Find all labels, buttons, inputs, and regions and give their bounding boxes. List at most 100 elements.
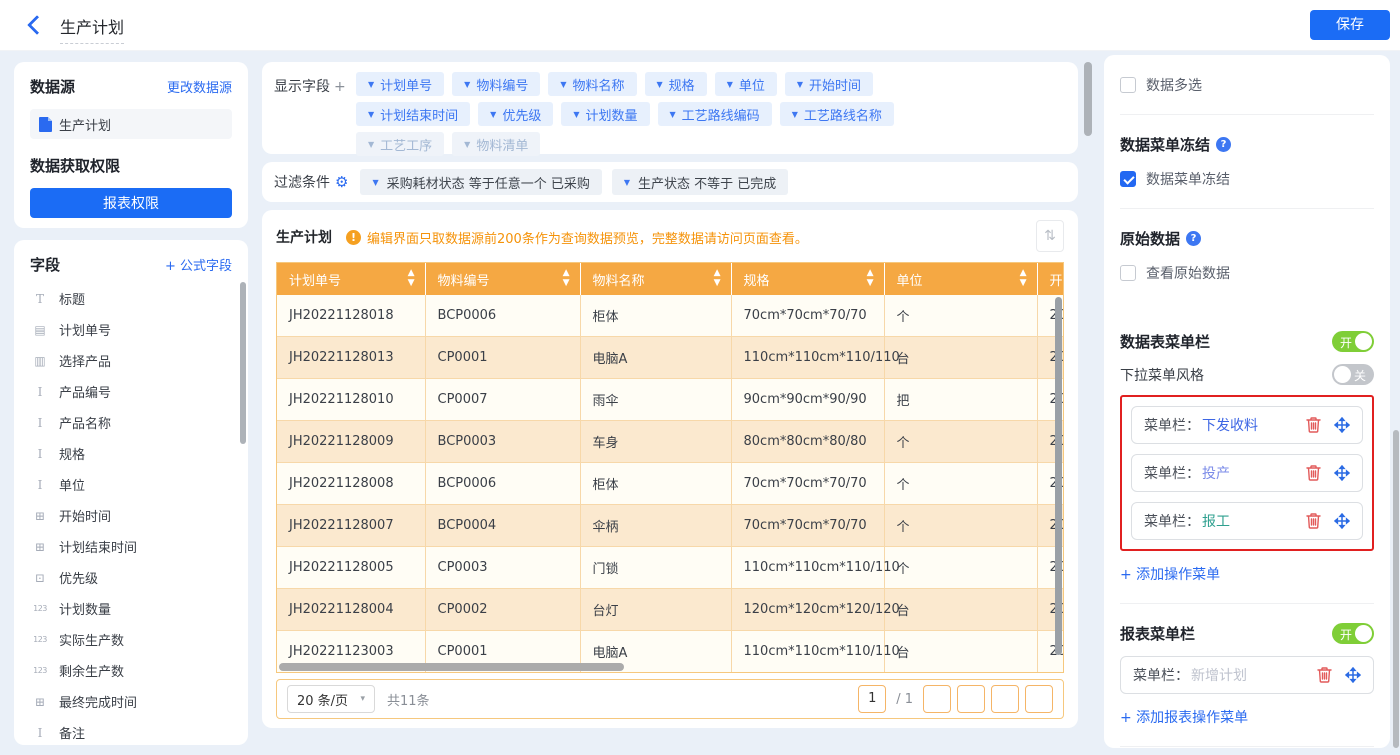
change-datasource-link[interactable]: 更改数据源 — [167, 77, 232, 96]
text-field-icon: I — [30, 416, 50, 430]
table-row: JH20221128004 CP0002 台灯 120cm*120cm*120/… — [277, 589, 1064, 631]
display-field-tag[interactable]: ▼ 规格 — [645, 72, 707, 96]
delete-icon[interactable] — [1306, 513, 1321, 529]
datasource-item[interactable]: 生产计划 — [30, 109, 232, 139]
dropdown-style-label: 下拉菜单风格 — [1120, 365, 1204, 385]
field-item[interactable]: I 规格 — [30, 438, 232, 469]
field-item[interactable]: 123 剩余生产数 — [30, 655, 232, 686]
caret-down-icon: ▼ — [368, 80, 374, 89]
column-header[interactable]: 物料名称 ▲▼ — [580, 263, 731, 295]
add-report-menu-link[interactable]: + 添加报表操作菜单 — [1120, 707, 1374, 727]
datasource-name: 生产计划 — [59, 115, 111, 134]
page-size-select[interactable]: 20 条/页 ▾ — [287, 685, 375, 713]
field-item[interactable]: T 标题 — [30, 283, 232, 314]
display-field-tag[interactable]: ▼ 开始时间 — [785, 72, 873, 96]
menu-item-name[interactable]: 新增计划 — [1191, 665, 1247, 685]
column-header[interactable]: 规格 ▲▼ — [731, 263, 884, 295]
freeze-checkbox[interactable] — [1120, 171, 1136, 187]
menu-item-name[interactable]: 报工 — [1202, 511, 1230, 531]
display-field-tag[interactable]: ▼ 工艺路线编码 — [658, 102, 772, 126]
table-title: 生产计划 — [276, 227, 332, 247]
back-icon[interactable] — [27, 15, 47, 35]
add-formula-field-link[interactable]: + 公式字段 — [165, 255, 232, 274]
menu-item: 菜单栏： 新增计划 — [1120, 656, 1374, 694]
move-icon[interactable] — [1345, 667, 1361, 683]
display-field-tag[interactable]: ▼ 计划数量 — [561, 102, 649, 126]
number-field-icon: 123 — [30, 635, 50, 644]
save-button[interactable]: 保存 — [1310, 10, 1390, 40]
display-field-tag[interactable]: ▼ 计划结束时间 — [356, 102, 470, 126]
report-menu-list: 菜单栏： 新增计划 — [1120, 656, 1374, 694]
delete-icon[interactable] — [1306, 417, 1321, 433]
field-item[interactable]: 123 实际生产数 — [30, 624, 232, 655]
field-item[interactable]: ▥ 选择产品 — [30, 345, 232, 376]
table-horizontal-scrollbar[interactable] — [279, 663, 624, 671]
report-permission-button[interactable]: 报表权限 — [30, 188, 232, 218]
column-header[interactable]: 计划单号 ▲▼ — [277, 263, 425, 295]
raw-data-checkbox-label: 查看原始数据 — [1146, 263, 1230, 283]
sort-carets-icon[interactable]: ▲▼ — [867, 268, 874, 288]
display-field-tag[interactable]: ▼ 单位 — [715, 72, 777, 96]
move-icon[interactable] — [1334, 465, 1350, 481]
add-display-field-button[interactable]: + — [334, 79, 346, 95]
display-field-tag[interactable]: ▼ 物料清单 — [452, 132, 540, 156]
display-field-tag[interactable]: ▼ 物料编号 — [452, 72, 540, 96]
display-field-tag[interactable]: ▼ 物料名称 — [548, 72, 636, 96]
table-menu-toggle[interactable]: 开 — [1332, 331, 1374, 352]
field-item[interactable]: 123 计划数量 — [30, 593, 232, 624]
filter-tag[interactable]: ▼ 采购耗材状态 等于任意一个 已采购 — [360, 169, 601, 195]
display-field-tag[interactable]: ▼ 计划单号 — [356, 72, 444, 96]
display-tags: ▼ 计划单号 ▼ 物料编号 ▼ 物料名称 ▼ 规格 ▼ 单位 ▼ 开始时间 ▼ … — [356, 72, 894, 144]
sort-carets-icon[interactable]: ▲▼ — [1020, 268, 1027, 288]
sort-carets-icon[interactable]: ▲▼ — [714, 268, 721, 288]
warning-icon: ! — [346, 230, 361, 245]
menu-item-name[interactable]: 下发收料 — [1202, 415, 1258, 435]
filter-panel: 过滤条件 ⚙ ▼ 采购耗材状态 等于任意一个 已采购 ▼ 生产状态 不等于 已完… — [262, 162, 1078, 202]
display-field-tag[interactable]: ▼ 优先级 — [478, 102, 553, 126]
window-scrollbar[interactable] — [1393, 430, 1399, 748]
text-field-icon: I — [30, 385, 50, 399]
help-icon[interactable]: ? — [1186, 231, 1201, 246]
delete-icon[interactable] — [1317, 667, 1332, 683]
column-header[interactable]: 开始时间 ▲▼ — [1037, 263, 1064, 295]
field-item[interactable]: ⊡ 优先级 — [30, 562, 232, 593]
table-panel: 生产计划 ! 编辑界面只取数据源前200条作为查询数据预览，完整数据请访问页面查… — [262, 210, 1078, 728]
divider — [1120, 208, 1374, 209]
add-menu-link[interactable]: + 添加操作菜单 — [1120, 564, 1374, 584]
sort-carets-icon[interactable]: ▲▼ — [408, 268, 415, 288]
field-item[interactable]: I 备注 — [30, 717, 232, 745]
text-field-icon: I — [30, 447, 50, 461]
top-bar: 生产计划 保存 — [0, 0, 1400, 51]
display-field-tag[interactable]: ▼ 工艺工序 — [356, 132, 444, 156]
chevron-down-icon: ▾ — [360, 694, 365, 704]
field-item[interactable]: ⊞ 最终完成时间 — [30, 686, 232, 717]
field-item[interactable]: I 单位 — [30, 469, 232, 500]
sort-carets-icon[interactable]: ▲▼ — [563, 268, 570, 288]
middle-panel-scrollbar[interactable] — [1084, 62, 1092, 136]
fields-scrollbar[interactable] — [240, 282, 246, 444]
menu-item-name[interactable]: 投产 — [1202, 463, 1230, 483]
delete-icon[interactable] — [1306, 465, 1321, 481]
caret-down-icon: ▼ — [624, 178, 630, 187]
help-icon[interactable]: ? — [1216, 137, 1231, 152]
field-item[interactable]: ▤ 计划单号 — [30, 314, 232, 345]
table-vertical-scrollbar[interactable] — [1055, 297, 1062, 655]
field-item[interactable]: ⊞ 开始时间 — [30, 500, 232, 531]
column-header[interactable]: 物料编号 ▲▼ — [425, 263, 580, 295]
move-icon[interactable] — [1334, 513, 1350, 529]
display-field-tag[interactable]: ▼ 工艺路线名称 — [780, 102, 894, 126]
report-menu-toggle[interactable]: 开 — [1332, 623, 1374, 644]
page-number-input[interactable]: 1 — [858, 685, 886, 713]
multi-select-checkbox[interactable] — [1120, 77, 1136, 93]
field-item[interactable]: ⊞ 计划结束时间 — [30, 531, 232, 562]
field-item[interactable]: I 产品名称 — [30, 407, 232, 438]
field-item[interactable]: I 产品编号 — [30, 376, 232, 407]
gear-icon[interactable]: ⚙ — [335, 173, 348, 191]
filter-tag[interactable]: ▼ 生产状态 不等于 已完成 — [612, 169, 788, 195]
move-icon[interactable] — [1334, 417, 1350, 433]
sort-button[interactable]: ⇅ — [1036, 220, 1064, 252]
page-total: / 1 — [896, 692, 913, 707]
dropdown-style-toggle[interactable]: 关 — [1332, 364, 1374, 385]
column-header[interactable]: 单位 ▲▼ — [884, 263, 1037, 295]
raw-data-checkbox[interactable] — [1120, 265, 1136, 281]
